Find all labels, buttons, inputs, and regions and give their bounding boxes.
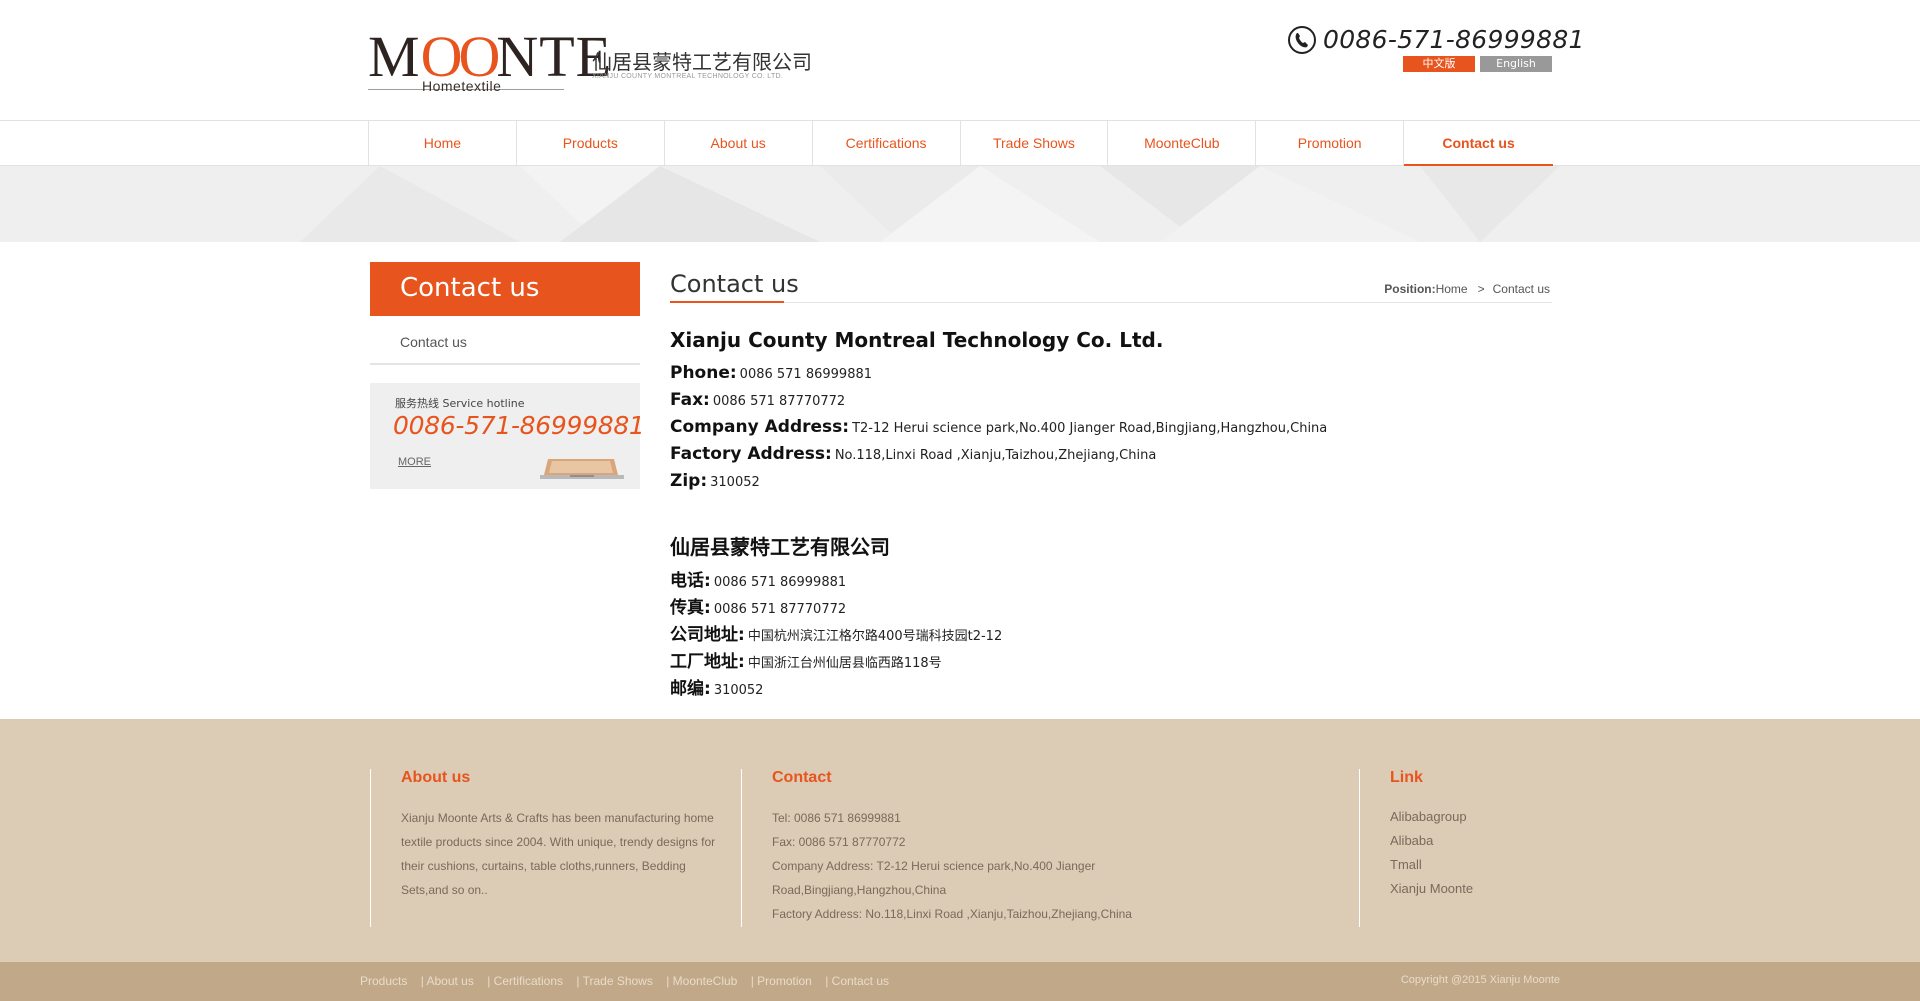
en-fax-row: Fax: 0086 571 87770772 xyxy=(670,390,845,410)
bottom-nav: Products | About us | Certifications | T… xyxy=(360,974,899,988)
nav-promotion[interactable]: Promotion xyxy=(1256,121,1405,165)
cn-address-row: 公司地址: 中国杭州滨江江格尔路400号瑞科技园t2-12 xyxy=(670,620,1002,645)
bottom-link-promotion[interactable]: | Promotion xyxy=(751,974,812,988)
nav-moonteclub[interactable]: MoonteClub xyxy=(1108,121,1257,165)
en-zip-row: Zip: 310052 xyxy=(670,471,760,491)
site-header: MOONTE Hometextile 仙居县蒙特工艺有限公司 XIANJU CO… xyxy=(0,0,1920,120)
nav-contact-us[interactable]: Contact us xyxy=(1404,121,1553,166)
hotline-box: 服务热线 Service hotline 0086-571-86999881 M… xyxy=(370,383,645,489)
footer-contact-line: Company Address: T2-12 Herui science par… xyxy=(772,859,1096,897)
company-name-en-title: Xianju County Montreal Technology Co. Lt… xyxy=(670,328,1164,352)
breadcrumb-home[interactable]: Home xyxy=(1436,282,1468,296)
cn-zip-row: 邮编: 310052 xyxy=(670,674,763,699)
banner-pattern xyxy=(300,166,1560,242)
bottom-link-contact-us[interactable]: | Contact us xyxy=(825,974,889,988)
sidebar-title: Contact us xyxy=(400,273,540,303)
breadcrumb-separator: > xyxy=(1477,282,1485,296)
cn-phone-row: 电话: 0086 571 86999881 xyxy=(670,566,846,591)
footer-contact-line: Tel: 0086 571 86999881 xyxy=(772,811,901,825)
bottom-link-moonteclub[interactable]: | MoonteClub xyxy=(666,974,737,988)
title-accent-bar xyxy=(670,301,784,303)
footer-link-tmall[interactable]: Tmall xyxy=(1390,853,1473,877)
footer-contact-column: Contact Tel: 0086 571 86999881 Fax: 0086… xyxy=(741,769,1359,927)
title-divider xyxy=(670,302,1552,303)
footer-link-column: Link Alibabagroup Alibaba Tmall Xianju M… xyxy=(1359,769,1559,927)
hotline-number: 0086-571-86999881 xyxy=(393,411,645,440)
cn-address-value: 中国杭州滨江江格尔路400号瑞科技园t2-12 xyxy=(747,629,1003,644)
bottom-bar: Products | About us | Certifications | T… xyxy=(0,962,1920,1001)
footer-contact-line: Factory Address: No.118,Linxi Road ,Xian… xyxy=(772,907,1132,921)
breadcrumb: Position:Home > Contact us xyxy=(1384,282,1550,296)
breadcrumb-label: Position: xyxy=(1384,282,1436,296)
en-phone-row: Phone: 0086 571 86999881 xyxy=(670,363,872,383)
footer-contact-text: Tel: 0086 571 86999881 Fax: 0086 571 877… xyxy=(772,806,1152,926)
bottom-link-trade-shows[interactable]: | Trade Shows xyxy=(576,974,653,988)
phone-icon xyxy=(1288,26,1316,54)
cn-factory-row: 工厂地址: 中国浙江台州仙居县临西路118号 xyxy=(670,647,942,672)
copyright-text: Copyright @2015 Xianju Moonte xyxy=(1400,974,1560,986)
main-nav: Home Products About us Certifications Tr… xyxy=(0,120,1920,166)
footer-link-list: Alibabagroup Alibaba Tmall Xianju Moonte xyxy=(1390,805,1473,901)
company-name-cn: 仙居县蒙特工艺有限公司 xyxy=(592,50,812,74)
nav-trade-shows[interactable]: Trade Shows xyxy=(961,121,1109,165)
nav-home[interactable]: Home xyxy=(369,121,517,165)
cn-factory-value: 中国浙江台州仙居县临西路118号 xyxy=(747,656,942,671)
footer-about-title[interactable]: About us xyxy=(401,769,470,787)
footer-link-title: Link xyxy=(1390,769,1423,786)
nav-products[interactable]: Products xyxy=(517,121,665,165)
footer-link-alibabagroup[interactable]: Alibabagroup xyxy=(1390,805,1473,829)
bottom-link-about-us[interactable]: | About us xyxy=(421,974,474,988)
en-address-key: Company Address: xyxy=(670,417,850,437)
cn-zip-value: 310052 xyxy=(713,683,764,698)
en-phone-key: Phone: xyxy=(670,363,737,383)
footer-about-column: About us Xianju Moonte Arts & Crafts has… xyxy=(370,769,740,927)
page-banner xyxy=(0,166,1920,242)
nav-about-us[interactable]: About us xyxy=(665,121,813,165)
cn-phone-key: 电话: xyxy=(670,571,711,591)
header-phone: 0086-571-86999881 xyxy=(1285,22,1584,58)
page-title: Contact us xyxy=(670,270,799,298)
en-phone-value: 0086 571 86999881 xyxy=(739,367,873,382)
footer-about-text: Xianju Moonte Arts & Crafts has been man… xyxy=(401,811,716,897)
footer-contact-title[interactable]: Contact xyxy=(772,769,832,787)
header-phone-number: 0086-571-86999881 xyxy=(1323,25,1585,54)
en-address-row: Company Address: T2-12 Herui science park… xyxy=(670,417,1327,437)
en-fax-value: 0086 571 87770772 xyxy=(712,394,846,409)
cn-zip-key: 邮编: xyxy=(670,679,711,699)
footer-link-alibaba[interactable]: Alibaba xyxy=(1390,829,1473,853)
cn-fax-value: 0086 571 87770772 xyxy=(713,602,847,617)
en-address-value: T2-12 Herui science park,No.400 Jianger … xyxy=(852,421,1328,436)
cn-address-key: 公司地址: xyxy=(670,625,745,645)
site-footer: About us Xianju Moonte Arts & Crafts has… xyxy=(0,719,1920,962)
nav-certifications[interactable]: Certifications xyxy=(813,121,961,165)
laptop-icon xyxy=(540,459,624,479)
company-name-en: XIANJU COUNTY MONTREAL TECHNOLOGY CO. LT… xyxy=(592,73,784,80)
cn-factory-key: 工厂地址: xyxy=(670,652,745,672)
company-name-cn-title: 仙居县蒙特工艺有限公司 xyxy=(670,535,890,559)
en-fax-key: Fax: xyxy=(670,390,710,410)
sidebar-item-contact-us[interactable]: Contact us xyxy=(370,327,640,365)
bottom-link-certifications[interactable]: | Certifications xyxy=(487,974,563,988)
bottom-link-products[interactable]: Products xyxy=(360,974,407,988)
en-zip-key: Zip: xyxy=(670,471,708,491)
logo-subtext: Hometextile xyxy=(422,78,502,94)
cn-fax-key: 传真: xyxy=(670,598,711,618)
cn-phone-value: 0086 571 86999881 xyxy=(713,575,847,590)
more-link[interactable]: MORE xyxy=(398,456,431,468)
lang-chinese-button[interactable]: 中文版 xyxy=(1403,56,1475,72)
cn-fax-row: 传真: 0086 571 87770772 xyxy=(670,593,846,618)
en-factory-row: Factory Address: No.118,Linxi Road ,Xianj… xyxy=(670,444,1156,464)
sidebar-item-label: Contact us xyxy=(400,334,467,350)
hotline-label: 服务热线 Service hotline xyxy=(395,397,525,410)
sidebar-header: Contact us xyxy=(370,262,640,316)
footer-contact-line: Fax: 0086 571 87770772 xyxy=(772,835,906,849)
moonte-logo[interactable]: MOONTE Hometextile xyxy=(368,24,611,96)
en-factory-key: Factory Address: xyxy=(670,444,832,464)
en-factory-value: No.118,Linxi Road ,Xianju,Taizhou,Zhejia… xyxy=(834,448,1157,463)
lang-english-button[interactable]: English xyxy=(1480,56,1552,72)
en-zip-value: 310052 xyxy=(710,475,760,490)
footer-link-xianju-moonte[interactable]: Xianju Moonte xyxy=(1390,877,1473,901)
breadcrumb-current: Contact us xyxy=(1492,282,1550,296)
